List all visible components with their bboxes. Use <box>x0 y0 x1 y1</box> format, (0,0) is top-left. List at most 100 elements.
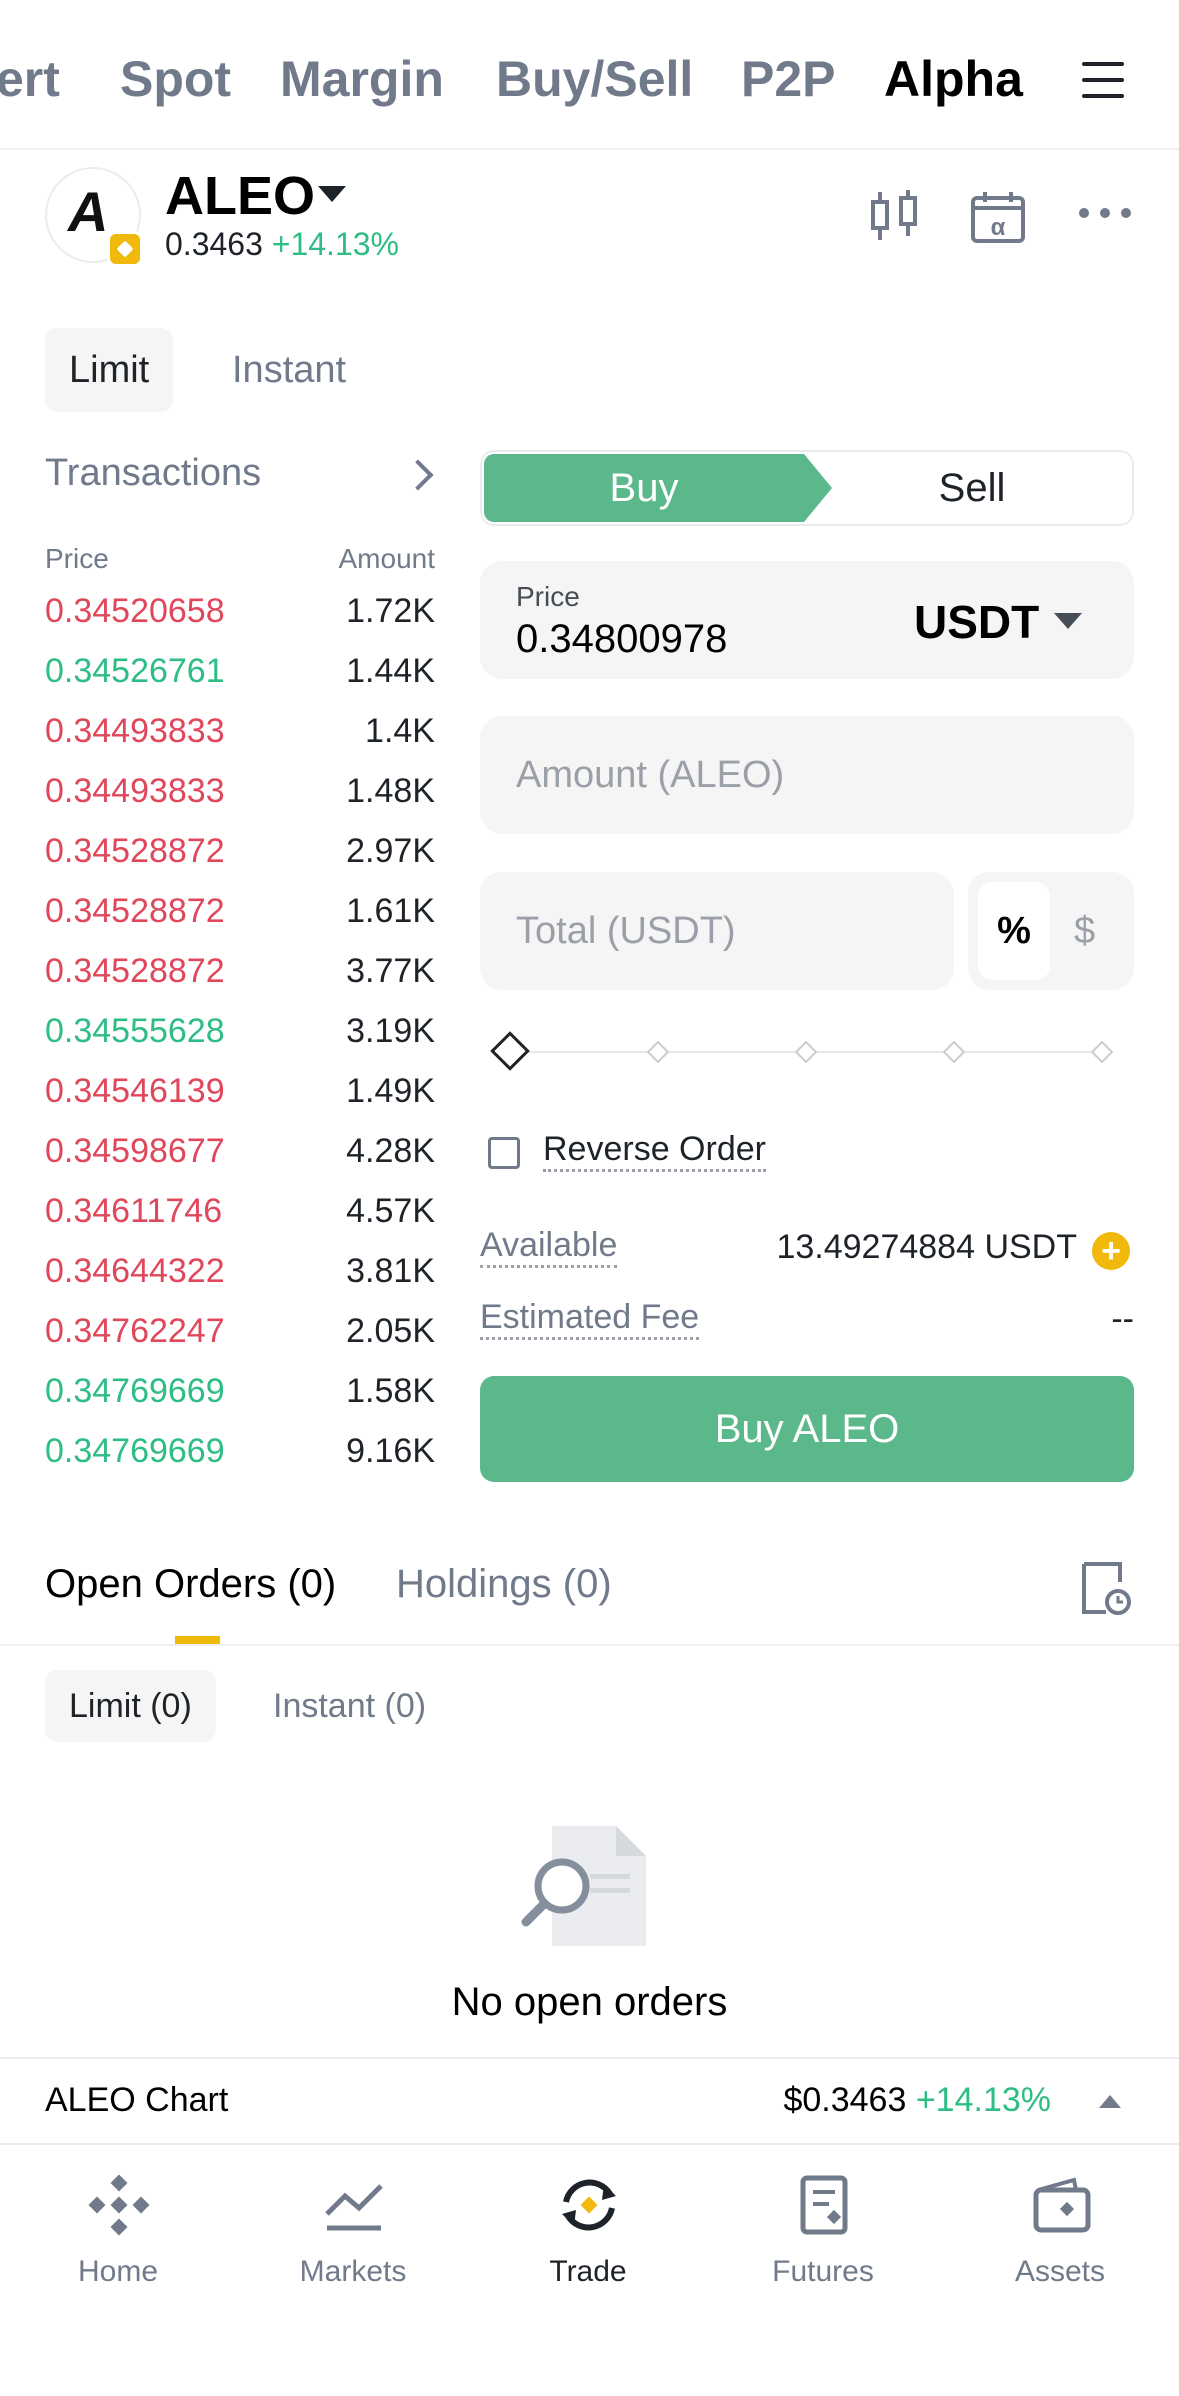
ticker-price: 0.3463 <box>165 226 263 262</box>
add-funds-icon[interactable]: + <box>1092 1232 1130 1270</box>
orderbook-price: 0.34520658 <box>45 592 225 630</box>
slider-handle[interactable] <box>490 1031 530 1071</box>
transactions-title[interactable]: Transactions <box>45 452 261 495</box>
chevron-down-icon[interactable] <box>318 186 346 202</box>
candlestick-chart-icon[interactable] <box>870 190 920 242</box>
orderbook-amount: 2.05K <box>346 1312 435 1350</box>
orderbook-price: 0.34528872 <box>45 892 225 930</box>
orderbook-row[interactable]: 0.34611746 4.57K <box>45 1192 435 1232</box>
slider-step-75[interactable] <box>942 1040 966 1064</box>
tab-open-orders[interactable]: Open Orders (0) <box>45 1562 336 1607</box>
tab-alpha[interactable]: Alpha <box>884 50 1023 108</box>
orderbook-amount: 1.72K <box>346 592 435 630</box>
more-options-icon[interactable] <box>1078 206 1132 220</box>
ticker-price-row: 0.3463 +14.13% <box>165 226 399 263</box>
orderbook-price: 0.34611746 <box>45 1192 223 1230</box>
reverse-order-checkbox[interactable] <box>488 1137 520 1169</box>
chart-bar[interactable]: ALEO Chart $0.3463 +14.13% <box>0 2057 1179 2145</box>
orderbook-row[interactable]: 0.34555628 3.19K <box>45 1012 435 1052</box>
slider-step-50[interactable] <box>794 1040 818 1064</box>
orderbook-amount: 3.19K <box>346 1012 435 1050</box>
nav-assets[interactable]: Assets <box>950 2150 1170 2310</box>
orderbook-row[interactable]: 0.34520658 1.72K <box>45 592 435 632</box>
order-type-instant[interactable]: Instant <box>208 328 370 412</box>
orderbook-amount: 9.16K <box>346 1432 435 1470</box>
chart-bar-label: ALEO Chart <box>45 2081 229 2119</box>
orderbook-row[interactable]: 0.34769669 9.16K <box>45 1432 435 1472</box>
price-input[interactable]: 0.34800978 <box>516 617 727 662</box>
orderbook-row[interactable]: 0.34493833 1.4K <box>45 712 435 752</box>
aleo-logo: A <box>45 167 143 267</box>
reverse-order-label[interactable]: Reverse Order <box>543 1130 766 1172</box>
bnb-chain-badge-icon <box>107 231 143 267</box>
wallet-icon <box>1033 2177 1091 2233</box>
orderbook-price: 0.34555628 <box>45 1012 225 1050</box>
orderbook-row[interactable]: 0.34526761 1.44K <box>45 652 435 692</box>
hamburger-menu-icon[interactable] <box>1082 62 1124 98</box>
nav-home[interactable]: Home <box>8 2150 228 2310</box>
orderbook-row[interactable]: 0.34598677 4.28K <box>45 1132 435 1172</box>
order-type-limit[interactable]: Limit <box>45 328 174 412</box>
price-header: Price <box>45 543 109 574</box>
orderbook-row[interactable]: 0.34546139 1.49K <box>45 1072 435 1112</box>
orderbook-price: 0.34769669 <box>45 1432 225 1470</box>
order-history-icon[interactable] <box>1080 1560 1132 1616</box>
orderbook-amount: 1.48K <box>346 772 435 810</box>
currency-chevron-down-icon[interactable] <box>1054 613 1082 629</box>
active-tab-indicator <box>175 1636 220 1644</box>
subtab-instant[interactable]: Instant (0) <box>249 1670 450 1742</box>
slider-step-25[interactable] <box>646 1040 670 1064</box>
percent-toggle[interactable]: % <box>978 882 1050 980</box>
futures-doc-icon <box>800 2175 848 2235</box>
price-field-label: Price <box>516 581 580 612</box>
orderbook-row[interactable]: 0.34493833 1.48K <box>45 772 435 812</box>
tab-holdings[interactable]: Holdings (0) <box>396 1562 612 1607</box>
nav-trade[interactable]: Trade <box>478 2150 698 2310</box>
tab-spot[interactable]: Spot <box>120 50 231 108</box>
symbol-selector[interactable]: ALEO <box>165 165 315 227</box>
nav-assets-label: Assets <box>1014 2255 1106 2288</box>
total-field[interactable]: Total (USDT) <box>480 872 954 990</box>
nav-home-label: Home <box>77 2255 159 2288</box>
available-label[interactable]: Available <box>480 1226 618 1268</box>
orderbook-row[interactable]: 0.34528872 1.61K <box>45 892 435 932</box>
calendar-icon[interactable]: α <box>970 190 1026 244</box>
buy-sell-toggle: Buy Sell <box>480 450 1134 526</box>
slider-step-100[interactable] <box>1090 1040 1114 1064</box>
amount-field[interactable]: Amount (ALEO) <box>480 716 1134 834</box>
orderbook-amount: 3.77K <box>346 952 435 990</box>
subtab-limit[interactable]: Limit (0) <box>45 1670 216 1742</box>
orderbook-amount: 2.97K <box>346 832 435 870</box>
orderbook-price: 0.34493833 <box>45 772 225 810</box>
nav-markets[interactable]: Markets <box>243 2150 463 2310</box>
tab-buy-sell[interactable]: Buy/Sell <box>496 50 693 108</box>
quote-currency-select[interactable]: USDT <box>914 595 1039 649</box>
orderbook-price: 0.34546139 <box>45 1072 225 1110</box>
orderbook-row[interactable]: 0.34644322 3.81K <box>45 1252 435 1292</box>
orderbook-price: 0.34644322 <box>45 1252 225 1290</box>
tab-p2p[interactable]: P2P <box>741 50 836 108</box>
amount-placeholder: Amount (ALEO) <box>516 754 785 796</box>
orderbook-amount: 4.28K <box>346 1132 435 1170</box>
price-field[interactable]: Price 0.34800978 USDT <box>480 561 1134 679</box>
nav-futures[interactable]: Futures <box>713 2150 933 2310</box>
orderbook-price: 0.34769669 <box>45 1372 225 1410</box>
buy-aleo-button[interactable]: Buy ALEO <box>480 1376 1134 1482</box>
tab-convert[interactable]: ert <box>0 50 60 108</box>
orderbook-row[interactable]: 0.34528872 2.97K <box>45 832 435 872</box>
buy-toggle[interactable]: Buy <box>484 454 832 522</box>
chevron-right-icon[interactable] <box>402 459 434 491</box>
estimated-fee-label[interactable]: Estimated Fee <box>480 1298 700 1340</box>
orderbook-row[interactable]: 0.34762247 2.05K <box>45 1312 435 1352</box>
chevron-up-icon[interactable] <box>1099 2095 1121 2108</box>
top-nav: ert Spot Margin Buy/Sell P2P Alpha <box>0 0 1179 150</box>
orderbook-price: 0.34528872 <box>45 832 225 870</box>
usd-toggle[interactable]: $ <box>1074 882 1095 980</box>
nav-trade-label: Trade <box>549 2255 627 2288</box>
chart-line-icon <box>325 2184 383 2231</box>
orderbook-row[interactable]: 0.34528872 3.77K <box>45 952 435 992</box>
tab-margin[interactable]: Margin <box>280 50 444 108</box>
sell-toggle[interactable]: Sell <box>812 454 1132 522</box>
orderbook-row[interactable]: 0.34769669 1.58K <box>45 1372 435 1412</box>
orderbook-amount: 1.61K <box>346 892 435 930</box>
